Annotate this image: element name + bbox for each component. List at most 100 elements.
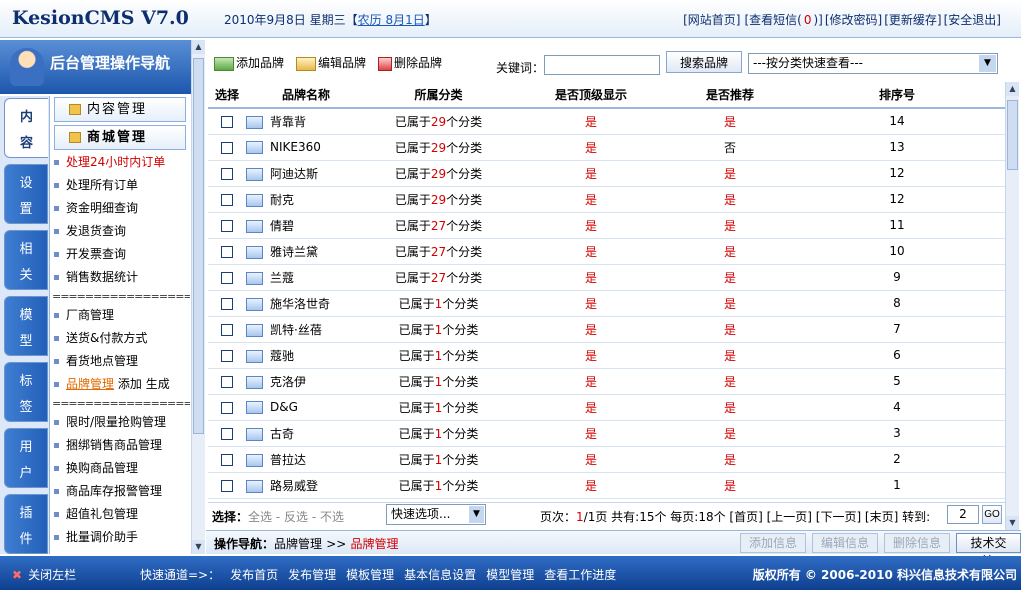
tab-related[interactable]: 相关 xyxy=(4,230,48,290)
recommend-flag[interactable]: 是 xyxy=(671,290,789,317)
scroll-down-arrow-icon[interactable]: ▼ xyxy=(1006,516,1019,530)
top-display-flag[interactable]: 是 xyxy=(511,264,671,291)
tab-user[interactable]: 用户 xyxy=(4,428,48,488)
recommend-flag[interactable]: 是 xyxy=(671,472,789,499)
brand-name[interactable]: 古奇 xyxy=(270,427,294,441)
menu-item[interactable]: 送货&付款方式 xyxy=(54,329,147,346)
brand-name[interactable]: 施华洛世奇 xyxy=(270,297,330,311)
brand-name[interactable]: 路易威登 xyxy=(270,479,318,493)
row-checkbox[interactable] xyxy=(221,323,233,336)
menu-item[interactable]: 发退货查询 xyxy=(54,222,126,239)
search-brand-button[interactable]: 搜索品牌 xyxy=(666,51,742,73)
row-checkbox[interactable] xyxy=(221,245,233,258)
add-info-button[interactable]: 添加信息 xyxy=(740,533,807,553)
brand-name[interactable]: NIKE360 xyxy=(270,140,321,154)
row-checkbox[interactable] xyxy=(221,375,233,388)
brand-name[interactable]: 耐克 xyxy=(270,193,294,207)
go-button[interactable]: GO xyxy=(982,505,1002,524)
top-display-flag[interactable]: 是 xyxy=(511,108,671,135)
recommend-flag[interactable]: 否 xyxy=(671,134,789,161)
row-checkbox[interactable] xyxy=(221,115,233,128)
tab-content[interactable]: 内容 xyxy=(4,98,48,158)
menu-item[interactable]: 批量调价助手 xyxy=(54,528,138,545)
menu-item[interactable]: 看货地点管理 xyxy=(54,352,138,369)
menu-item[interactable]: 限时/限量抢购管理 xyxy=(54,413,166,430)
footer-link[interactable]: 基本信息设置 xyxy=(404,568,476,582)
tab-model[interactable]: 模型 xyxy=(4,296,48,356)
menu-section-content[interactable]: 内容管理 xyxy=(54,97,186,122)
menu-item[interactable]: 资金明细查询 xyxy=(54,199,138,216)
brand-generate-link[interactable]: 生成 xyxy=(146,377,170,391)
change-password-link[interactable]: [修改密码] xyxy=(825,13,882,27)
top-display-flag[interactable]: 是 xyxy=(511,186,671,213)
logout-link[interactable]: [安全退出] xyxy=(944,13,1001,27)
menu-item[interactable]: 处理所有订单 xyxy=(54,176,138,193)
select-all-link[interactable]: 全选 xyxy=(248,510,272,524)
edit-info-button[interactable]: 编辑信息 xyxy=(812,533,879,553)
tab-label[interactable]: 标签 xyxy=(4,362,48,422)
scroll-down-arrow-icon[interactable]: ▼ xyxy=(192,540,205,554)
brand-name[interactable]: 凯特·丝蓓 xyxy=(270,323,322,337)
recommend-flag[interactable]: 是 xyxy=(671,394,789,421)
footer-link[interactable]: 发布管理 xyxy=(288,568,336,582)
recommend-flag[interactable]: 是 xyxy=(671,160,789,187)
menu-item[interactable]: 超值礼包管理 xyxy=(54,505,138,522)
recommend-flag[interactable]: 是 xyxy=(671,264,789,291)
brand-name[interactable]: 普拉达 xyxy=(270,453,306,467)
row-checkbox[interactable] xyxy=(221,349,233,362)
table-scrollbar[interactable]: ▲ ▼ xyxy=(1005,82,1019,530)
tab-settings[interactable]: 设置 xyxy=(4,164,48,224)
recommend-flag[interactable]: 是 xyxy=(671,238,789,265)
delete-brand-button[interactable]: 删除品牌 xyxy=(378,54,442,71)
scroll-up-arrow-icon[interactable]: ▲ xyxy=(192,40,205,54)
brand-name[interactable]: 兰蔻 xyxy=(270,271,294,285)
menu-item[interactable]: 厂商管理 xyxy=(54,306,114,323)
recommend-flag[interactable]: 是 xyxy=(671,186,789,213)
footer-link[interactable]: 查看工作进度 xyxy=(544,568,616,582)
goto-page-input[interactable]: 2 xyxy=(947,505,979,524)
top-display-flag[interactable]: 是 xyxy=(511,212,671,239)
brand-name[interactable]: 蔻驰 xyxy=(270,349,294,363)
menu-item[interactable]: 销售数据统计 xyxy=(54,268,138,285)
tech-exchange-button[interactable]: 技术交流 xyxy=(956,533,1021,568)
row-checkbox[interactable] xyxy=(221,453,233,466)
row-checkbox[interactable] xyxy=(221,479,233,492)
brand-name[interactable]: 阿迪达斯 xyxy=(270,167,318,181)
recommend-flag[interactable]: 是 xyxy=(671,368,789,395)
scroll-thumb[interactable] xyxy=(193,58,204,434)
recommend-flag[interactable]: 是 xyxy=(671,108,789,135)
top-display-flag[interactable]: 是 xyxy=(511,342,671,369)
top-display-flag[interactable]: 是 xyxy=(511,472,671,499)
recommend-flag[interactable]: 是 xyxy=(671,420,789,447)
scroll-thumb[interactable] xyxy=(1007,100,1018,170)
brand-name[interactable]: 背靠背 xyxy=(270,115,306,129)
row-checkbox[interactable] xyxy=(221,297,233,310)
row-checkbox[interactable] xyxy=(221,167,233,180)
recommend-flag[interactable]: 是 xyxy=(671,446,789,473)
view-messages-link[interactable]: [查看短信(0)] xyxy=(742,13,822,27)
top-display-flag[interactable]: 是 xyxy=(511,160,671,187)
select-reverse-link[interactable]: 反选 xyxy=(284,510,308,524)
edit-brand-button[interactable]: 编辑品牌 xyxy=(296,54,366,71)
row-checkbox[interactable] xyxy=(221,219,233,232)
footer-link[interactable]: 模板管理 xyxy=(346,568,394,582)
top-display-flag[interactable]: 是 xyxy=(511,134,671,161)
footer-link[interactable]: 模型管理 xyxy=(486,568,534,582)
tab-plugin[interactable]: 插件 xyxy=(4,494,48,554)
brand-name[interactable]: D&G xyxy=(270,400,298,414)
menu-section-shop[interactable]: 商城管理 xyxy=(54,125,186,150)
row-checkbox[interactable] xyxy=(221,427,233,440)
brand-name[interactable]: 倩碧 xyxy=(270,219,294,233)
category-select[interactable]: ---按分类快速查看--- ▼ xyxy=(748,53,998,74)
select-none-link[interactable]: 不选 xyxy=(320,510,344,524)
recommend-flag[interactable]: 是 xyxy=(671,212,789,239)
recommend-flag[interactable]: 是 xyxy=(671,316,789,343)
row-checkbox[interactable] xyxy=(221,193,233,206)
scroll-up-arrow-icon[interactable]: ▲ xyxy=(1006,82,1019,96)
close-left-panel[interactable]: ✖ 关闭左栏 xyxy=(12,566,76,583)
row-checkbox[interactable] xyxy=(221,141,233,154)
top-display-flag[interactable]: 是 xyxy=(511,368,671,395)
row-checkbox[interactable] xyxy=(221,401,233,414)
menu-item[interactable]: 处理24小时内订单 xyxy=(54,153,165,170)
menu-item[interactable]: 捆绑销售商品管理 xyxy=(54,436,162,453)
